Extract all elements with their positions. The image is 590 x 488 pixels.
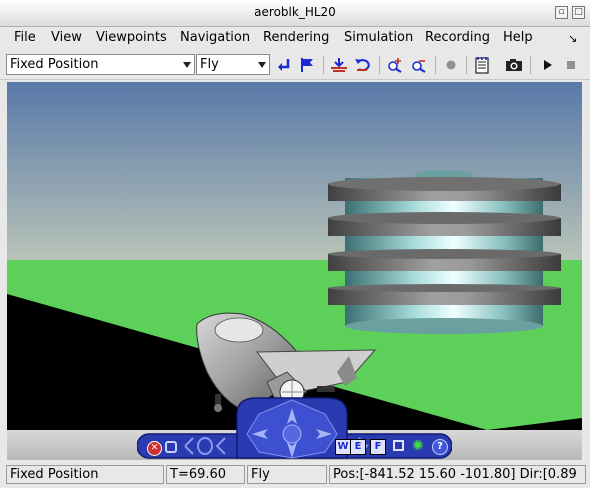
close-icon[interactable]: ✕ <box>147 441 162 456</box>
record-dot-icon[interactable] <box>440 54 462 76</box>
camera-icon[interactable] <box>503 54 525 76</box>
3d-viewport[interactable]: ✕ W E F ✺ ? <box>7 82 582 460</box>
notepad-icon[interactable] <box>471 54 493 76</box>
toolbar-separator <box>530 56 531 74</box>
return-icon[interactable] <box>273 54 295 76</box>
stop-icon[interactable] <box>560 54 582 76</box>
status-bar: Fixed Position T=69.60 Fly Pos:[-841.52 … <box>0 463 590 488</box>
toolbar-separator <box>435 56 436 74</box>
toolbar-separator <box>379 56 380 74</box>
zoom-out-icon[interactable] <box>408 54 430 76</box>
zoom-in-icon[interactable] <box>384 54 406 76</box>
examine-button[interactable]: E <box>350 439 366 455</box>
menu-viewpoints[interactable]: Viewpoints <box>96 30 167 45</box>
orb-icon[interactable] <box>165 441 177 453</box>
walk-button[interactable]: W <box>335 439 351 455</box>
minimize-button[interactable]: ▫ <box>555 6 568 19</box>
flag-icon[interactable] <box>296 54 318 76</box>
straighten-icon[interactable] <box>328 54 350 76</box>
viewpoint-select[interactable]: Fixed Position <box>6 54 195 75</box>
navigation-panel: ✕ W E F ✺ ? <box>137 394 452 460</box>
title-bar: aeroblk_HL20 ▫ □ <box>0 0 590 27</box>
menu-recording[interactable]: Recording <box>425 30 490 45</box>
help-icon[interactable]: ? <box>432 439 448 455</box>
menu-rendering[interactable]: Rendering <box>263 30 329 45</box>
status-viewpoint: Fixed Position <box>6 465 164 484</box>
light-icon[interactable]: ✺ <box>412 438 424 454</box>
straighten-up-icon[interactable] <box>393 440 404 451</box>
chevron-down-icon <box>258 62 266 68</box>
viewpoint-select-value: Fixed Position <box>10 57 99 72</box>
menu-view[interactable]: View <box>51 30 82 45</box>
window-title: aeroblk_HL20 <box>254 5 336 19</box>
status-nav-mode: Fly <box>247 465 327 484</box>
status-position: Pos:[-841.52 15.60 -101.80] Dir:[0.89 <box>329 465 586 484</box>
status-time: T=69.60 <box>166 465 245 484</box>
toolbar-separator <box>466 56 467 74</box>
toolbar: Fixed Position Fly <box>0 51 590 80</box>
menu-file[interactable]: File <box>14 30 36 45</box>
toolbar-separator <box>323 56 324 74</box>
chevron-down-icon <box>183 62 191 68</box>
menu-expand-icon[interactable]: ↘ <box>568 32 577 45</box>
maximize-button[interactable]: □ <box>572 6 585 19</box>
nav-mode-select[interactable]: Fly <box>196 54 270 75</box>
menu-simulation[interactable]: Simulation <box>344 30 413 45</box>
menu-bar: File View Viewpoints Navigation Renderin… <box>0 27 590 49</box>
nav-mode-select-value: Fly <box>200 57 219 72</box>
undo-icon[interactable] <box>352 54 374 76</box>
menu-navigation[interactable]: Navigation <box>180 30 250 45</box>
fly-button[interactable]: F <box>370 439 386 455</box>
play-icon[interactable] <box>536 54 558 76</box>
cylinder-building <box>328 170 561 334</box>
menu-help[interactable]: Help <box>503 30 533 45</box>
